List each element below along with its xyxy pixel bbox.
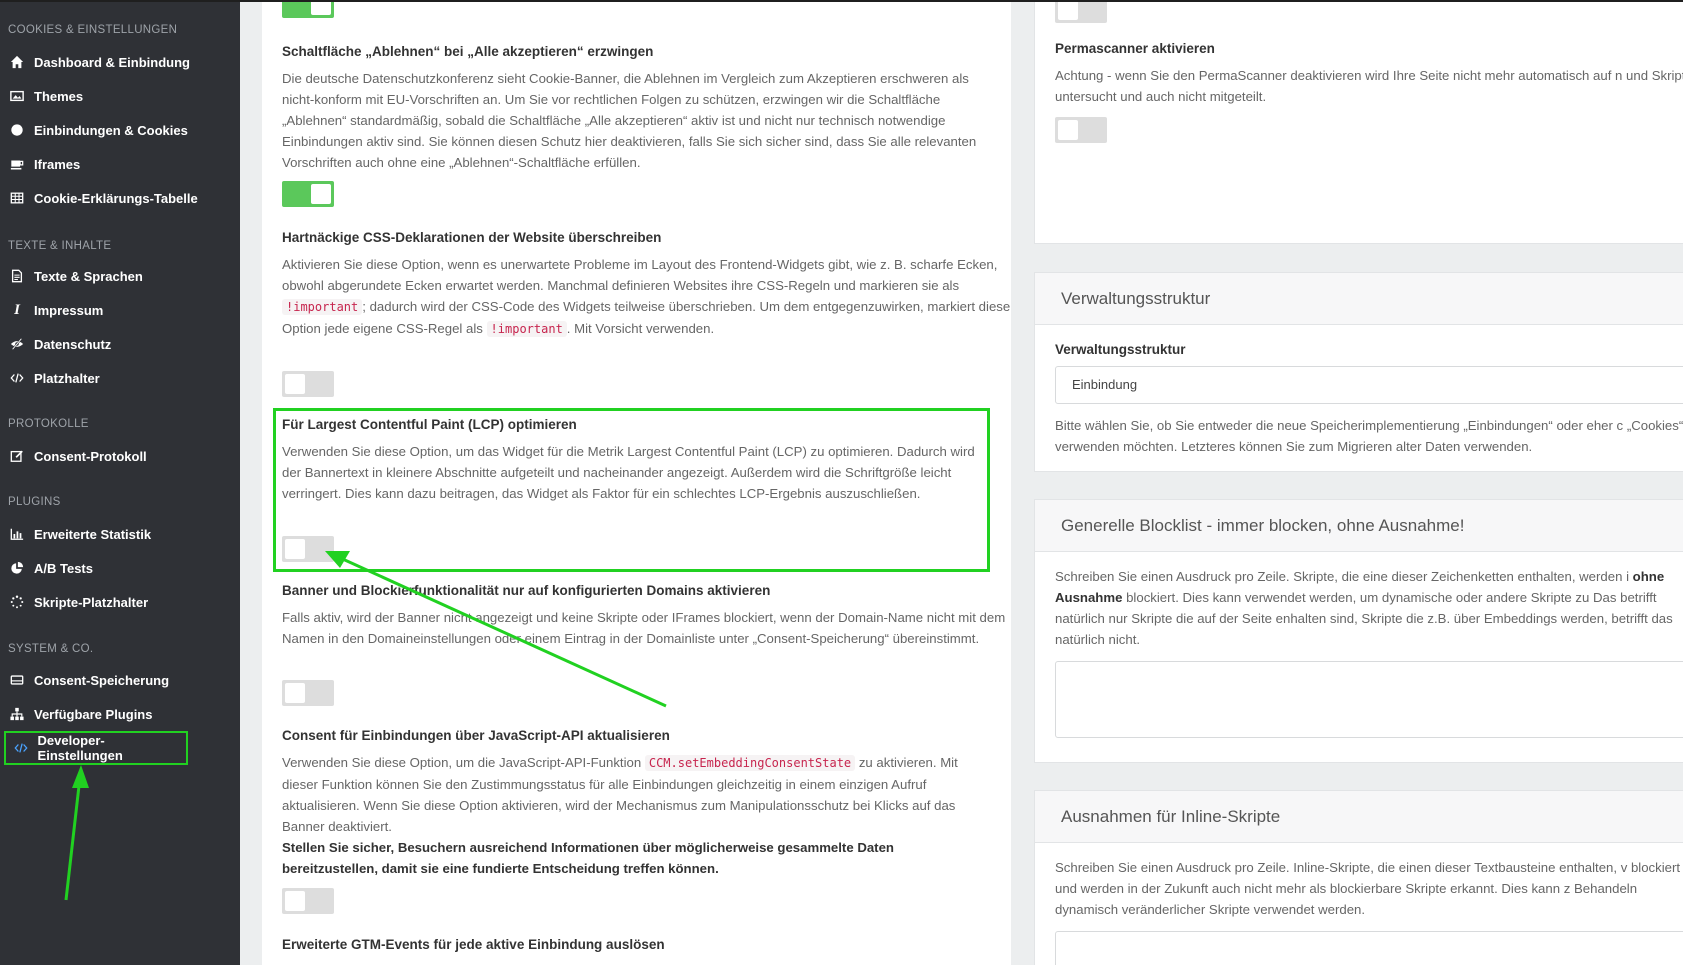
option-text: . Mit Vorsicht verwenden.: [566, 321, 715, 336]
inline-code: !important: [486, 321, 567, 337]
code-icon: [8, 371, 26, 385]
option-description: Achtung - wenn Sie den PermaScanner deak…: [1055, 68, 1683, 104]
sidebar-item-label: Texte & Sprachen: [34, 268, 143, 284]
inline-code: CCM.setEmbeddingConsentState: [644, 755, 856, 771]
toggle-previous-option[interactable]: [282, 0, 334, 18]
option-description: Aktivieren Sie diese Option, wenn es une…: [282, 254, 1012, 340]
toggle-permascanner[interactable]: [1055, 117, 1107, 143]
sidebar-item-label: Erweiterte Statistik: [34, 526, 152, 542]
sidebar-item-impressum[interactable]: I Impressum: [8, 298, 103, 322]
verwaltungsstruktur-select[interactable]: Einbindung: [1055, 366, 1683, 404]
option-text: Verwenden Sie diese Option, um die JavaS…: [282, 755, 642, 770]
sidebar-item-label: Impressum: [34, 302, 104, 318]
sidebar-item-label: Iframes: [34, 156, 81, 172]
cookie-icon: [8, 123, 26, 137]
sidebar-item-datenschutz[interactable]: Datenschutz: [8, 332, 111, 356]
sidebar-item-consent-speicherung[interactable]: Consent-Speicherung: [8, 668, 169, 692]
inline-code: !important: [282, 299, 363, 315]
sidebar-item-einbindungen[interactable]: Einbindungen & Cookies: [8, 118, 188, 142]
toggle-override-css[interactable]: [282, 371, 334, 397]
option-text: Aktivieren Sie diese Option, wenn es une…: [282, 257, 998, 293]
sidebar-item-label: Consent-Protokoll: [34, 448, 147, 464]
card-inline-exceptions: Ausnahmen für Inline-Skripte Schreiben S…: [1034, 790, 1683, 965]
drive-icon: [8, 673, 26, 687]
sidebar-section-title: Cookies & Einstellungen: [8, 24, 178, 36]
sidebar-item-label: Platzhalter: [34, 370, 100, 386]
bar-chart-icon: [8, 527, 26, 541]
option-description: Falls aktiv, wird der Banner nicht angez…: [282, 610, 1006, 646]
sitemap-icon: [8, 707, 26, 721]
inline-exceptions-textarea[interactable]: [1055, 931, 1683, 965]
document-icon: [8, 269, 26, 283]
blocklist-textarea[interactable]: [1055, 661, 1683, 738]
table-icon: [8, 191, 26, 205]
sidebar-item-label: Themes: [34, 88, 84, 104]
field-label: Verwaltungsstruktur: [1055, 342, 1186, 357]
toggle-domain-only[interactable]: [282, 680, 334, 706]
option-title: Consent für Einbindungen über JavaScript…: [282, 728, 670, 743]
sidebar-item-label: Einbindungen & Cookies: [34, 122, 188, 138]
option-title: Banner und Blockierfunktionalität nur au…: [282, 583, 771, 598]
card-header: Verwaltungsstruktur: [1035, 273, 1683, 325]
edit-icon: [8, 449, 26, 463]
option-title: Hartnäckige CSS-Deklarationen der Websit…: [282, 230, 662, 245]
sidebar-item-cookie-table[interactable]: Cookie-Erklärungs-Tabelle: [8, 186, 198, 210]
sidebar-item-themes[interactable]: Themes: [8, 84, 83, 108]
option-text: blockiert. Dies kann verwendet werden, u…: [1055, 590, 1673, 647]
sidebar-item-label: Developer-Einstellungen: [37, 733, 123, 763]
window-top-border: [0, 0, 1683, 2]
home-icon: [8, 55, 26, 69]
field-description: Bitte wählen Sie, ob Sie entweder die ne…: [1055, 418, 1683, 454]
sidebar-item-label: Datenschutz: [34, 336, 112, 352]
eye-slash-icon: [8, 337, 26, 351]
option-title: Erweiterte GTM-Events für jede aktive Ei…: [282, 937, 665, 952]
sidebar-item-dashboard[interactable]: Dashboard & Einbindung: [8, 50, 190, 74]
sidebar-section-title: Plugins: [8, 496, 61, 508]
field-description: Schreiben Sie einen Ausdruck pro Zeile. …: [1055, 860, 1681, 917]
option-title: Schaltfläche „Ablehnen“ bei „Alle akzept…: [282, 44, 654, 59]
sidebar-item-developer-einstellungen[interactable]: Developer-Einstellungen: [4, 731, 188, 765]
spinner-icon: [8, 595, 26, 609]
sidebar: Cookies & Einstellungen Dashboard & Einb…: [0, 0, 240, 965]
sidebar-item-iframes[interactable]: Iframes: [8, 152, 80, 176]
option-description: Die deutsche Datenschutzkonferenz sieht …: [282, 71, 977, 170]
toggle-js-api-consent[interactable]: [282, 888, 334, 914]
sidebar-item-label: Dashboard & Einbindung: [34, 54, 190, 70]
sidebar-item-skripte-platzhalter[interactable]: Skripte-Platzhalter: [8, 590, 148, 614]
pie-chart-icon: [8, 561, 26, 575]
sidebar-item-label: Consent-Speicherung: [34, 672, 170, 688]
sidebar-item-verfuegbare-plugins[interactable]: Verfügbare Plugins: [8, 702, 152, 726]
sidebar-section-title: Texte & Inhalte: [8, 240, 112, 252]
sidebar-item-statistik[interactable]: Erweiterte Statistik: [8, 522, 151, 546]
highlight-box: [273, 408, 990, 572]
code-icon: [12, 741, 30, 755]
image-icon: [8, 89, 26, 103]
sidebar-item-platzhalter[interactable]: Platzhalter: [8, 366, 100, 390]
toggle-previous-right[interactable]: [1055, 0, 1107, 23]
sidebar-item-ab-tests[interactable]: A/B Tests: [8, 556, 93, 580]
sidebar-item-consent-protokoll[interactable]: Consent-Protokoll: [8, 444, 147, 468]
option-text: Schreiben Sie einen Ausdruck pro Zeile. …: [1055, 569, 1629, 584]
option-warning: Stellen Sie sicher, Besuchern ausreichen…: [282, 840, 894, 876]
italic-icon: I: [14, 301, 20, 318]
option-title: Permascanner aktivieren: [1055, 41, 1215, 56]
right-settings-column: Permascanner aktivieren Achtung - wenn S…: [1034, 0, 1683, 965]
card-blocklist: Generelle Blocklist - immer blocken, ohn…: [1034, 499, 1683, 763]
sidebar-section-title: System & Co.: [8, 643, 94, 655]
card-header: Ausnahmen für Inline-Skripte: [1035, 791, 1683, 843]
sidebar-item-label: Cookie-Erklärungs-Tabelle: [34, 190, 198, 206]
option-description: Verwenden Sie diese Option, um die JavaS…: [282, 752, 992, 879]
sidebar-item-label: Skripte-Platzhalter: [34, 594, 149, 610]
sidebar-section-title: Protokolle: [8, 418, 89, 430]
card-header: Generelle Blocklist - immer blocken, ohn…: [1035, 500, 1683, 552]
card-verwaltungsstruktur: Verwaltungsstruktur Verwaltungsstruktur …: [1034, 272, 1683, 472]
coffee-icon: [8, 157, 26, 171]
sidebar-item-texte[interactable]: Texte & Sprachen: [8, 264, 143, 288]
field-description: Schreiben Sie einen Ausdruck pro Zeile. …: [1055, 566, 1683, 650]
sidebar-item-label: A/B Tests: [34, 560, 93, 576]
toggle-force-reject-button[interactable]: [282, 181, 334, 207]
card-permascanner: Permascanner aktivieren Achtung - wenn S…: [1034, 0, 1683, 244]
sidebar-item-label: Verfügbare Plugins: [34, 706, 153, 722]
